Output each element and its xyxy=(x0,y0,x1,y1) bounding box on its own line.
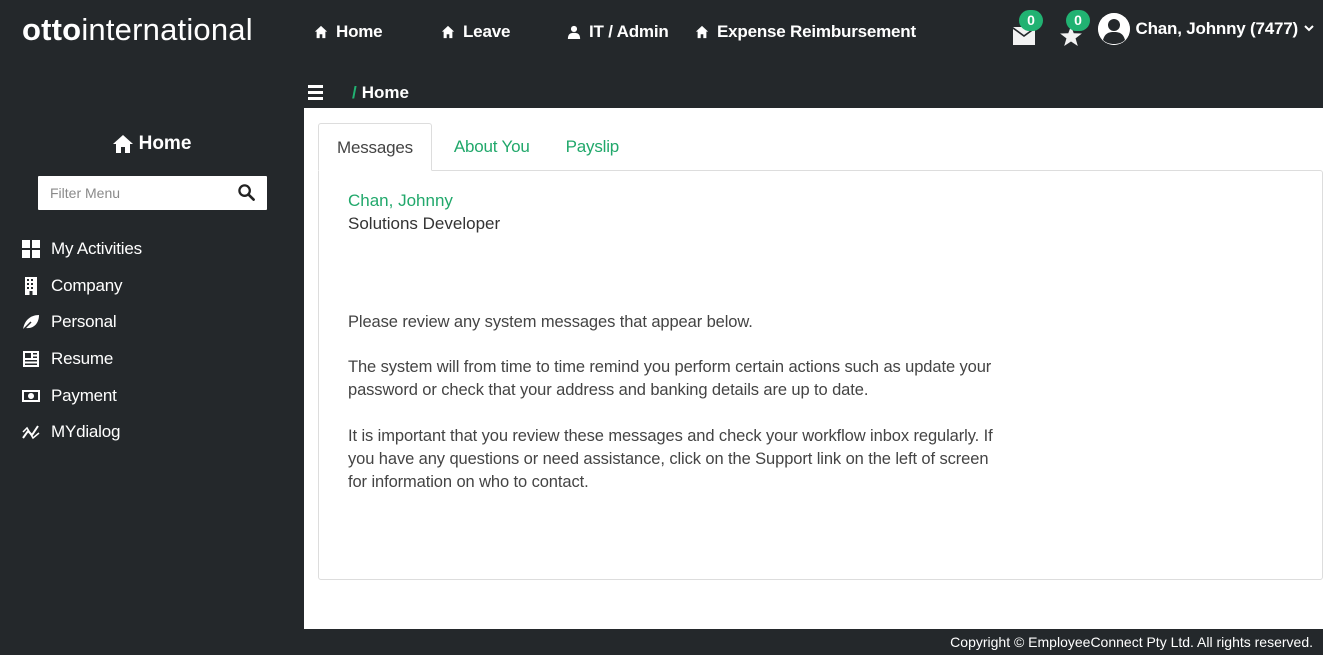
messages-count-badge: 0 xyxy=(1019,10,1043,31)
sidebar-item-label: Resume xyxy=(51,349,114,369)
tab-messages[interactable]: Messages xyxy=(318,123,432,171)
user-icon xyxy=(567,25,581,39)
topnav-expense-reimbursement[interactable]: Expense Reimbursement xyxy=(695,22,916,42)
home-icon xyxy=(441,25,455,39)
home-icon xyxy=(314,25,328,39)
sidebar-title[interactable]: Home xyxy=(0,133,304,155)
sidebar-item-mydialog[interactable]: MYdialog xyxy=(22,414,142,451)
favorites-count-badge: 0 xyxy=(1066,10,1090,31)
messages-notification[interactable]: 0 xyxy=(1011,10,1043,48)
message-paragraph-2: The system will from time to time remind… xyxy=(348,358,992,399)
filter-menu xyxy=(38,176,267,210)
sidebar-item-resume[interactable]: Resume xyxy=(22,341,142,378)
sidebar: Home My Activities Company Personal Resu… xyxy=(0,108,304,629)
sidebar-item-label: Personal xyxy=(51,312,117,332)
topnav-leave[interactable]: Leave xyxy=(441,22,510,42)
main-content: Messages About You Payslip Chan, Johnny … xyxy=(304,108,1323,629)
sidebar-item-personal[interactable]: Personal xyxy=(22,304,142,341)
newspaper-icon xyxy=(23,351,39,368)
user-avatar-icon xyxy=(1097,13,1130,45)
message-paragraph-1: Please review any system messages that a… xyxy=(348,313,753,331)
grid-icon xyxy=(22,240,40,259)
sidebar-title-label: Home xyxy=(138,133,192,154)
sidebar-item-label: My Activities xyxy=(51,239,142,259)
sidebar-item-my-activities[interactable]: My Activities xyxy=(22,231,142,268)
leaf-icon xyxy=(22,315,39,332)
sidebar-menu: My Activities Company Personal Resume Pa… xyxy=(22,231,142,451)
user-name: Chan, Johnny (7477) xyxy=(1135,19,1299,38)
breadcrumb-separator: / xyxy=(352,83,357,102)
topnav-it-admin[interactable]: IT / Admin xyxy=(567,22,669,42)
message-paragraph-3: It is important that you review these me… xyxy=(348,427,993,491)
brand-logo-bold: otto xyxy=(22,12,82,47)
topnav-expense-label: Expense Reimbursement xyxy=(717,22,916,41)
breadcrumb-current[interactable]: Home xyxy=(362,83,409,102)
topnav-it-admin-label: IT / Admin xyxy=(589,22,669,41)
search-icon[interactable] xyxy=(238,184,255,201)
sidebar-item-label: Payment xyxy=(51,385,117,405)
sidebar-item-label: MYdialog xyxy=(51,422,121,442)
footer-copyright: Copyright © EmployeeConnect Pty Ltd. All… xyxy=(950,634,1313,650)
topnav-home[interactable]: Home xyxy=(314,22,383,42)
breadcrumb: / Home xyxy=(352,83,409,103)
employee-role: Solutions Developer xyxy=(348,214,501,233)
money-icon xyxy=(22,389,40,402)
tab-payslip[interactable]: Payslip xyxy=(548,123,637,171)
messages-panel: Chan, Johnny Solutions Developer Please … xyxy=(318,170,1323,580)
home-icon xyxy=(695,25,709,39)
hamburger-menu-icon[interactable] xyxy=(308,85,324,101)
sidebar-item-company[interactable]: Company xyxy=(22,268,142,305)
brand-logo-light: international xyxy=(81,12,253,47)
topnav-home-label: Home xyxy=(336,22,383,41)
building-icon xyxy=(25,276,37,295)
chevron-down-icon xyxy=(1304,20,1314,38)
topnav-leave-label: Leave xyxy=(463,22,511,41)
chart-line-icon xyxy=(22,425,40,440)
tab-bar: Messages About You Payslip xyxy=(318,123,637,171)
filter-menu-input[interactable] xyxy=(50,177,240,209)
tab-about-you[interactable]: About You xyxy=(436,123,548,171)
home-icon xyxy=(112,135,133,153)
sidebar-item-payment[interactable]: Payment xyxy=(22,377,142,414)
favorites-notification[interactable]: 0 xyxy=(1058,10,1090,48)
breadcrumb-bar: / Home xyxy=(304,78,409,108)
user-menu[interactable]: Chan, Johnny (7477) xyxy=(1097,13,1314,45)
brand-logo[interactable]: ottointernational xyxy=(22,12,253,48)
sidebar-item-label: Company xyxy=(51,275,123,295)
avatar xyxy=(1097,13,1130,45)
employee-name-link[interactable]: Chan, Johnny xyxy=(348,191,453,211)
